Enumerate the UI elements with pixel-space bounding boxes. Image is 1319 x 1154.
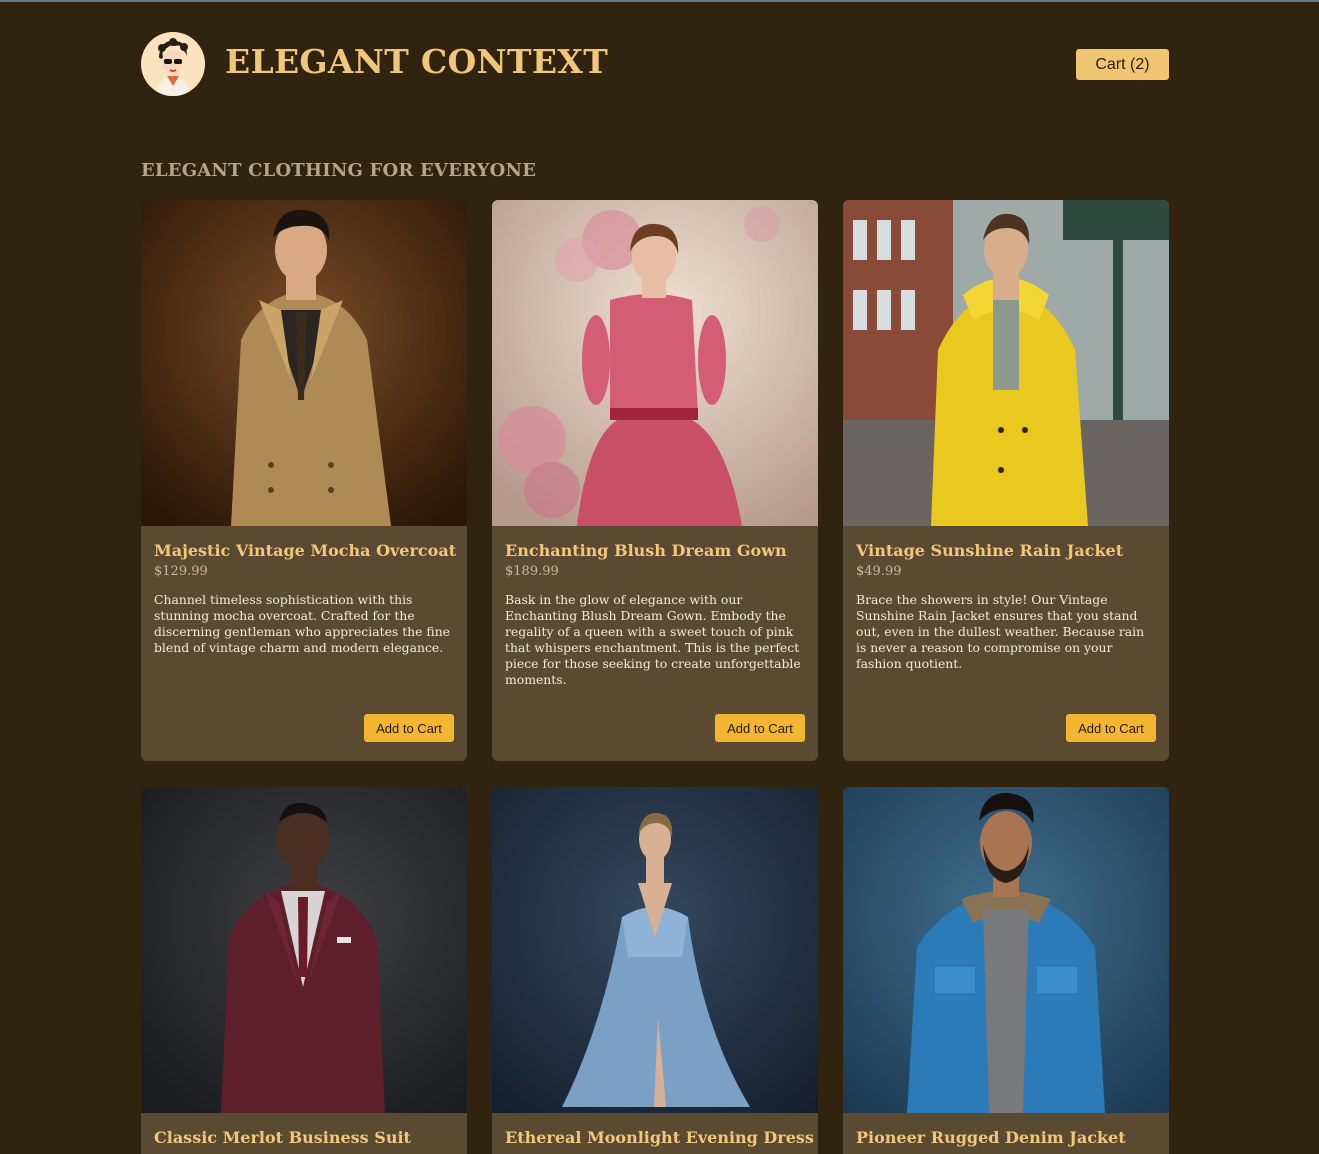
product-price: $129.99 [154,564,208,579]
product-image[interactable] [141,200,467,526]
logo-illustration [141,32,205,96]
denim-jacket-photo [843,787,1169,1113]
product-card: Vintage Sunshine Rain Jacket $49.99 Brac… [843,200,1169,761]
product-card: Classic Merlot Business Suit [141,787,467,1154]
product-card: Majestic Vintage Mocha Overcoat $129.99 … [141,200,467,761]
product-description: Bask in the glow of elegance with our En… [505,592,801,687]
product-image[interactable] [141,787,467,1113]
add-to-cart-button[interactable]: Add to Cart [364,714,454,742]
add-to-cart-button[interactable]: Add to Cart [1066,714,1156,742]
product-description: Channel timeless sophistication with thi… [154,592,451,655]
evening-dress-photo [492,787,818,1113]
product-price: $189.99 [505,564,559,579]
add-to-cart-button[interactable]: Add to Cart [715,714,805,742]
product-name[interactable]: Majestic Vintage Mocha Overcoat [154,541,456,560]
product-image[interactable] [843,787,1169,1113]
rain-jacket-photo [843,200,1169,526]
product-image[interactable] [492,200,818,526]
product-image[interactable] [843,200,1169,526]
product-name[interactable]: Pioneer Rugged Denim Jacket [856,1128,1126,1147]
product-card: Enchanting Blush Dream Gown $189.99 Bask… [492,200,818,761]
product-name[interactable]: Ethereal Moonlight Evening Dress [505,1128,814,1147]
site-header: ELEGANT CONTEXT Cart (2) [141,32,1169,96]
suit-photo [141,787,467,1113]
product-name[interactable]: Classic Merlot Business Suit [154,1128,411,1147]
logo-image[interactable] [141,32,205,96]
product-image[interactable] [492,787,818,1113]
product-name[interactable]: Enchanting Blush Dream Gown [505,541,787,560]
product-description: Brace the showers in style! Our Vintage … [856,592,1145,671]
site-title: ELEGANT CONTEXT [225,42,609,81]
top-border [0,0,1319,2]
cart-button[interactable]: Cart (2) [1076,49,1169,80]
product-card: Pioneer Rugged Denim Jacket [843,787,1169,1154]
overcoat-photo [141,200,467,526]
section-heading: ELEGANT CLOTHING FOR EVERYONE [141,160,537,181]
product-name[interactable]: Vintage Sunshine Rain Jacket [856,541,1123,560]
gown-photo [492,200,818,526]
product-card: Ethereal Moonlight Evening Dress [492,787,818,1154]
product-price: $49.99 [856,564,902,579]
